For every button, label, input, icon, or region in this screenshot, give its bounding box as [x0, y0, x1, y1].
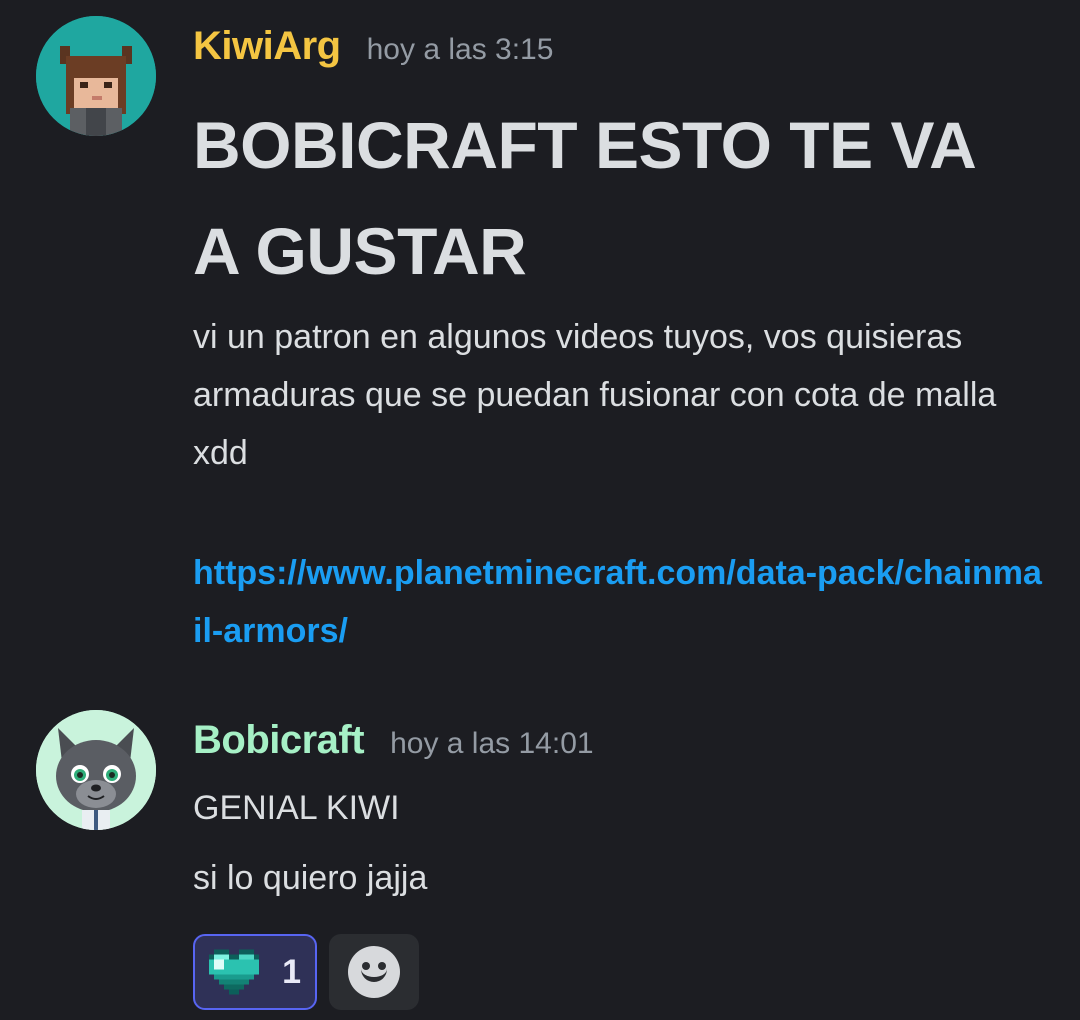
message-line: si lo quiero jajja: [193, 859, 428, 897]
avatar-bobicraft-image: [36, 710, 156, 830]
smiley-icon: [348, 946, 400, 998]
timestamp: hoy a las 14:01: [390, 727, 594, 760]
message-content: Bobicraft hoy a las 14:01 GENIAL KIWI si…: [193, 718, 1050, 1010]
reactions-bar: 1: [193, 934, 1050, 1010]
avatar-kiwiarg-image: [36, 16, 156, 136]
message-header: KiwiArg hoy a las 3:15: [193, 24, 1050, 80]
avatar-bobicraft[interactable]: [36, 710, 156, 830]
diamond-heart-icon: [209, 949, 259, 995]
timestamp: hoy a las 3:15: [366, 33, 554, 66]
reaction-diamond-heart[interactable]: 1: [193, 934, 317, 1010]
avatar-kiwiarg[interactable]: [36, 16, 156, 136]
add-reaction-button[interactable]: [329, 934, 419, 1010]
chat-messages: KiwiArg hoy a las 3:15 BOBICRAFT ESTO TE…: [0, 0, 1080, 1020]
message-heading: BOBICRAFT ESTO TE VA A GUSTAR: [193, 108, 974, 288]
message-text: vi un patron en algunos videos tuyos, vo…: [193, 318, 997, 472]
message-content: KiwiArg hoy a las 3:15 BOBICRAFT ESTO TE…: [193, 24, 1050, 660]
reaction-count: 1: [282, 952, 301, 991]
username[interactable]: Bobicraft: [193, 718, 365, 763]
message-link[interactable]: https://www.planetminecraft.com/data-pac…: [193, 544, 1050, 660]
message-line: GENIAL KIWI: [193, 789, 400, 827]
username[interactable]: KiwiArg: [193, 24, 341, 69]
message-header: Bobicraft hoy a las 14:01: [193, 718, 1050, 774]
